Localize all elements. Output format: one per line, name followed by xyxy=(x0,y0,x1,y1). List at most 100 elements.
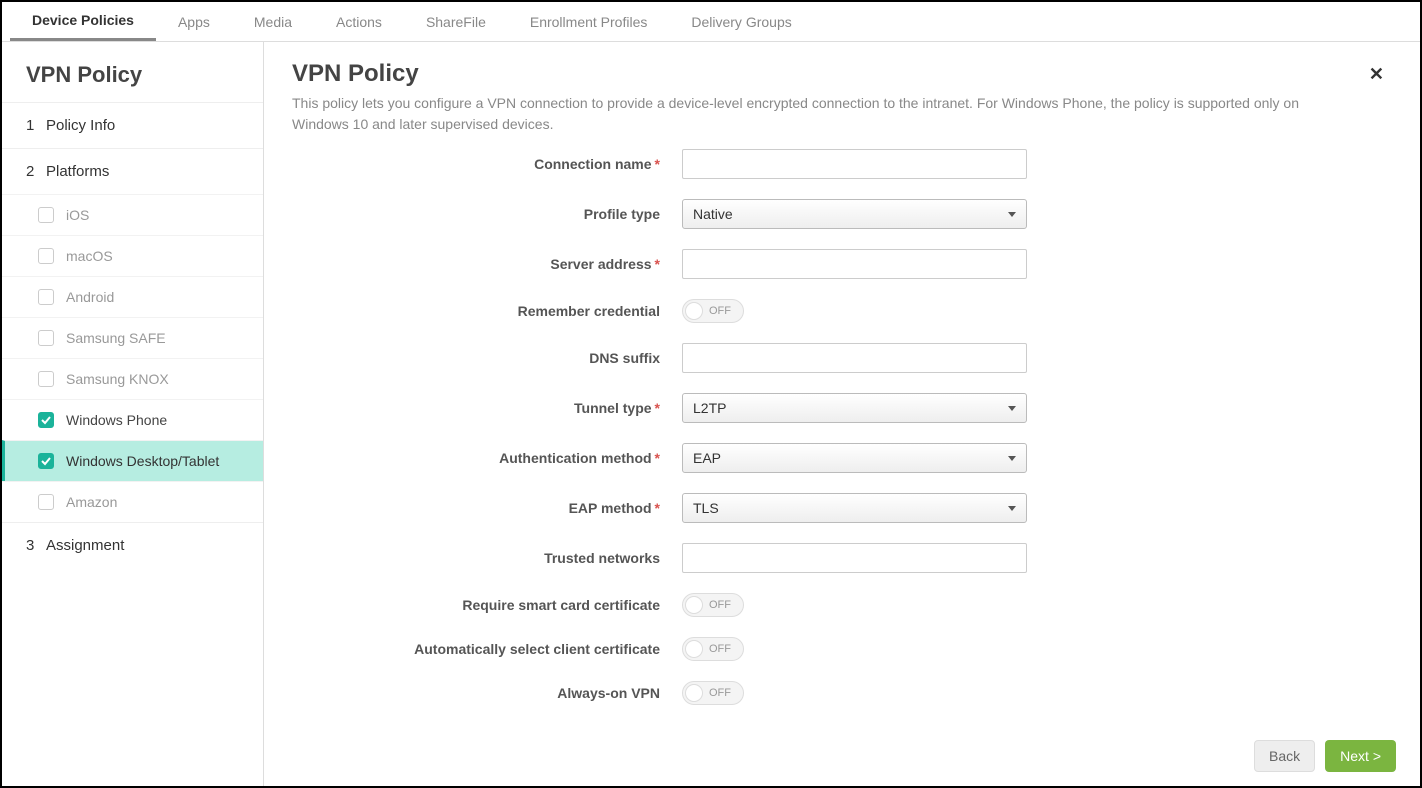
select-value: TLS xyxy=(693,500,719,516)
top-tab-sharefile[interactable]: ShareFile xyxy=(404,2,508,41)
form-row-connection-name: Connection name* xyxy=(292,149,1392,179)
chevron-down-icon xyxy=(1008,212,1016,217)
step-label: Assignment xyxy=(46,537,124,554)
sidebar-platform-samsung-knox[interactable]: Samsung KNOX xyxy=(2,358,263,399)
required-icon: * xyxy=(655,156,660,172)
sidebar: VPN Policy 1 Policy Info 2 Platforms iOS… xyxy=(2,42,264,786)
toggle-knob xyxy=(685,684,703,702)
platform-label: Windows Phone xyxy=(66,412,167,428)
checkbox-icon[interactable] xyxy=(38,371,54,387)
always-on-toggle[interactable]: OFF xyxy=(682,681,744,705)
footer-buttons: Back Next > xyxy=(1254,740,1396,772)
require-smart-card-toggle[interactable]: OFF xyxy=(682,593,744,617)
top-tab-device-policies[interactable]: Device Policies xyxy=(10,2,156,41)
select-value: EAP xyxy=(693,450,721,466)
sidebar-step-policy-info[interactable]: 1 Policy Info xyxy=(2,102,263,148)
remember-credential-toggle[interactable]: OFF xyxy=(682,299,744,323)
sidebar-platform-ios[interactable]: iOS xyxy=(2,194,263,235)
platform-label: Amazon xyxy=(66,494,117,510)
platform-label: Samsung SAFE xyxy=(66,330,166,346)
sidebar-platform-android[interactable]: Android xyxy=(2,276,263,317)
checkbox-icon[interactable] xyxy=(38,453,54,469)
required-icon: * xyxy=(655,500,660,516)
profile-type-select[interactable]: Native xyxy=(682,199,1027,229)
required-icon: * xyxy=(655,400,660,416)
form-label: Remember credential xyxy=(292,303,682,319)
checkbox-icon[interactable] xyxy=(38,207,54,223)
form-row-profile-type: Profile typeNative xyxy=(292,199,1392,229)
close-icon[interactable]: ✕ xyxy=(1361,60,1392,89)
top-tab-delivery-groups[interactable]: Delivery Groups xyxy=(669,2,813,41)
checkbox-icon[interactable] xyxy=(38,494,54,510)
form-label: Profile type xyxy=(292,206,682,222)
platform-label: Windows Desktop/Tablet xyxy=(66,453,219,469)
toggle-label: OFF xyxy=(709,599,731,611)
checkbox-icon[interactable] xyxy=(38,248,54,264)
tunnel-type-select[interactable]: L2TP xyxy=(682,393,1027,423)
form-row-dns-suffix: DNS suffix xyxy=(292,343,1392,373)
page-title: VPN Policy xyxy=(292,60,419,88)
server-address-input[interactable] xyxy=(682,249,1027,279)
checkbox-icon[interactable] xyxy=(38,412,54,428)
form-row-auth-method: Authentication method* EAP xyxy=(292,443,1392,473)
dns-suffix-input[interactable] xyxy=(682,343,1027,373)
form-label: DNS suffix xyxy=(292,350,682,366)
sidebar-platform-amazon[interactable]: Amazon xyxy=(2,481,263,522)
required-icon: * xyxy=(655,256,660,272)
main-panel: VPN Policy ✕ This policy lets you config… xyxy=(264,42,1420,786)
auth-method-select[interactable]: EAP xyxy=(682,443,1027,473)
form-label: Authentication method* xyxy=(292,450,682,466)
sidebar-platform-macos[interactable]: macOS xyxy=(2,235,263,276)
form-row-remember-credential: Remember credential OFF xyxy=(292,299,1392,323)
form-label: Trusted networks xyxy=(292,550,682,566)
top-tab-enrollment-profiles[interactable]: Enrollment Profiles xyxy=(508,2,670,41)
top-tab-actions[interactable]: Actions xyxy=(314,2,404,41)
platform-label: Samsung KNOX xyxy=(66,371,169,387)
form-label: Always-on VPN xyxy=(292,685,682,701)
platform-label: macOS xyxy=(66,248,113,264)
step-number: 2 xyxy=(26,163,36,180)
form-label: EAP method* xyxy=(292,500,682,516)
trusted-networks-input[interactable] xyxy=(682,543,1027,573)
toggle-label: OFF xyxy=(709,305,731,317)
form-label: Connection name* xyxy=(292,156,682,172)
toggle-knob xyxy=(685,640,703,658)
chevron-down-icon xyxy=(1008,456,1016,461)
sidebar-step-platforms[interactable]: 2 Platforms xyxy=(2,148,263,194)
sidebar-platform-windows-desktop-tablet[interactable]: Windows Desktop/Tablet xyxy=(2,440,263,481)
top-tab-apps[interactable]: Apps xyxy=(156,2,232,41)
step-number: 3 xyxy=(26,537,36,554)
form-label: Require smart card certificate xyxy=(292,597,682,613)
platform-label: Android xyxy=(66,289,114,305)
toggle-knob xyxy=(685,596,703,614)
form-row-always-on: Always-on VPNOFF xyxy=(292,681,1392,705)
toggle-label: OFF xyxy=(709,643,731,655)
form-row-eap-method: EAP method* TLS xyxy=(292,493,1392,523)
select-value: L2TP xyxy=(693,400,726,416)
form-row-tunnel-type: Tunnel type*L2TP xyxy=(292,393,1392,423)
page-description: This policy lets you configure a VPN con… xyxy=(292,93,1352,135)
chevron-down-icon xyxy=(1008,406,1016,411)
sidebar-step-assignment[interactable]: 3 Assignment xyxy=(2,522,263,568)
toggle-knob xyxy=(685,302,703,320)
next-button[interactable]: Next > xyxy=(1325,740,1396,772)
top-tab-media[interactable]: Media xyxy=(232,2,314,41)
checkbox-icon[interactable] xyxy=(38,289,54,305)
form-row-auto-select-cert: Automatically select client certificate O… xyxy=(292,637,1392,661)
form-label: Server address* xyxy=(292,256,682,272)
form-row-require-smart-card: Require smart card certificate OFF xyxy=(292,593,1392,617)
checkbox-icon[interactable] xyxy=(38,330,54,346)
platform-label: iOS xyxy=(66,207,89,223)
chevron-down-icon xyxy=(1008,506,1016,511)
step-label: Policy Info xyxy=(46,117,115,134)
form-area: Connection name* Profile typeNative Server… xyxy=(292,149,1392,709)
sidebar-platform-samsung-safe[interactable]: Samsung SAFE xyxy=(2,317,263,358)
sidebar-platform-windows-phone[interactable]: Windows Phone xyxy=(2,399,263,440)
connection-name-input[interactable] xyxy=(682,149,1027,179)
required-icon: * xyxy=(655,450,660,466)
back-button[interactable]: Back xyxy=(1254,740,1315,772)
auto-select-cert-toggle[interactable]: OFF xyxy=(682,637,744,661)
form-label: Automatically select client certificate xyxy=(292,641,682,657)
top-tabs: Device PoliciesAppsMediaActionsShareFile… xyxy=(2,2,1420,42)
eap-method-select[interactable]: TLS xyxy=(682,493,1027,523)
